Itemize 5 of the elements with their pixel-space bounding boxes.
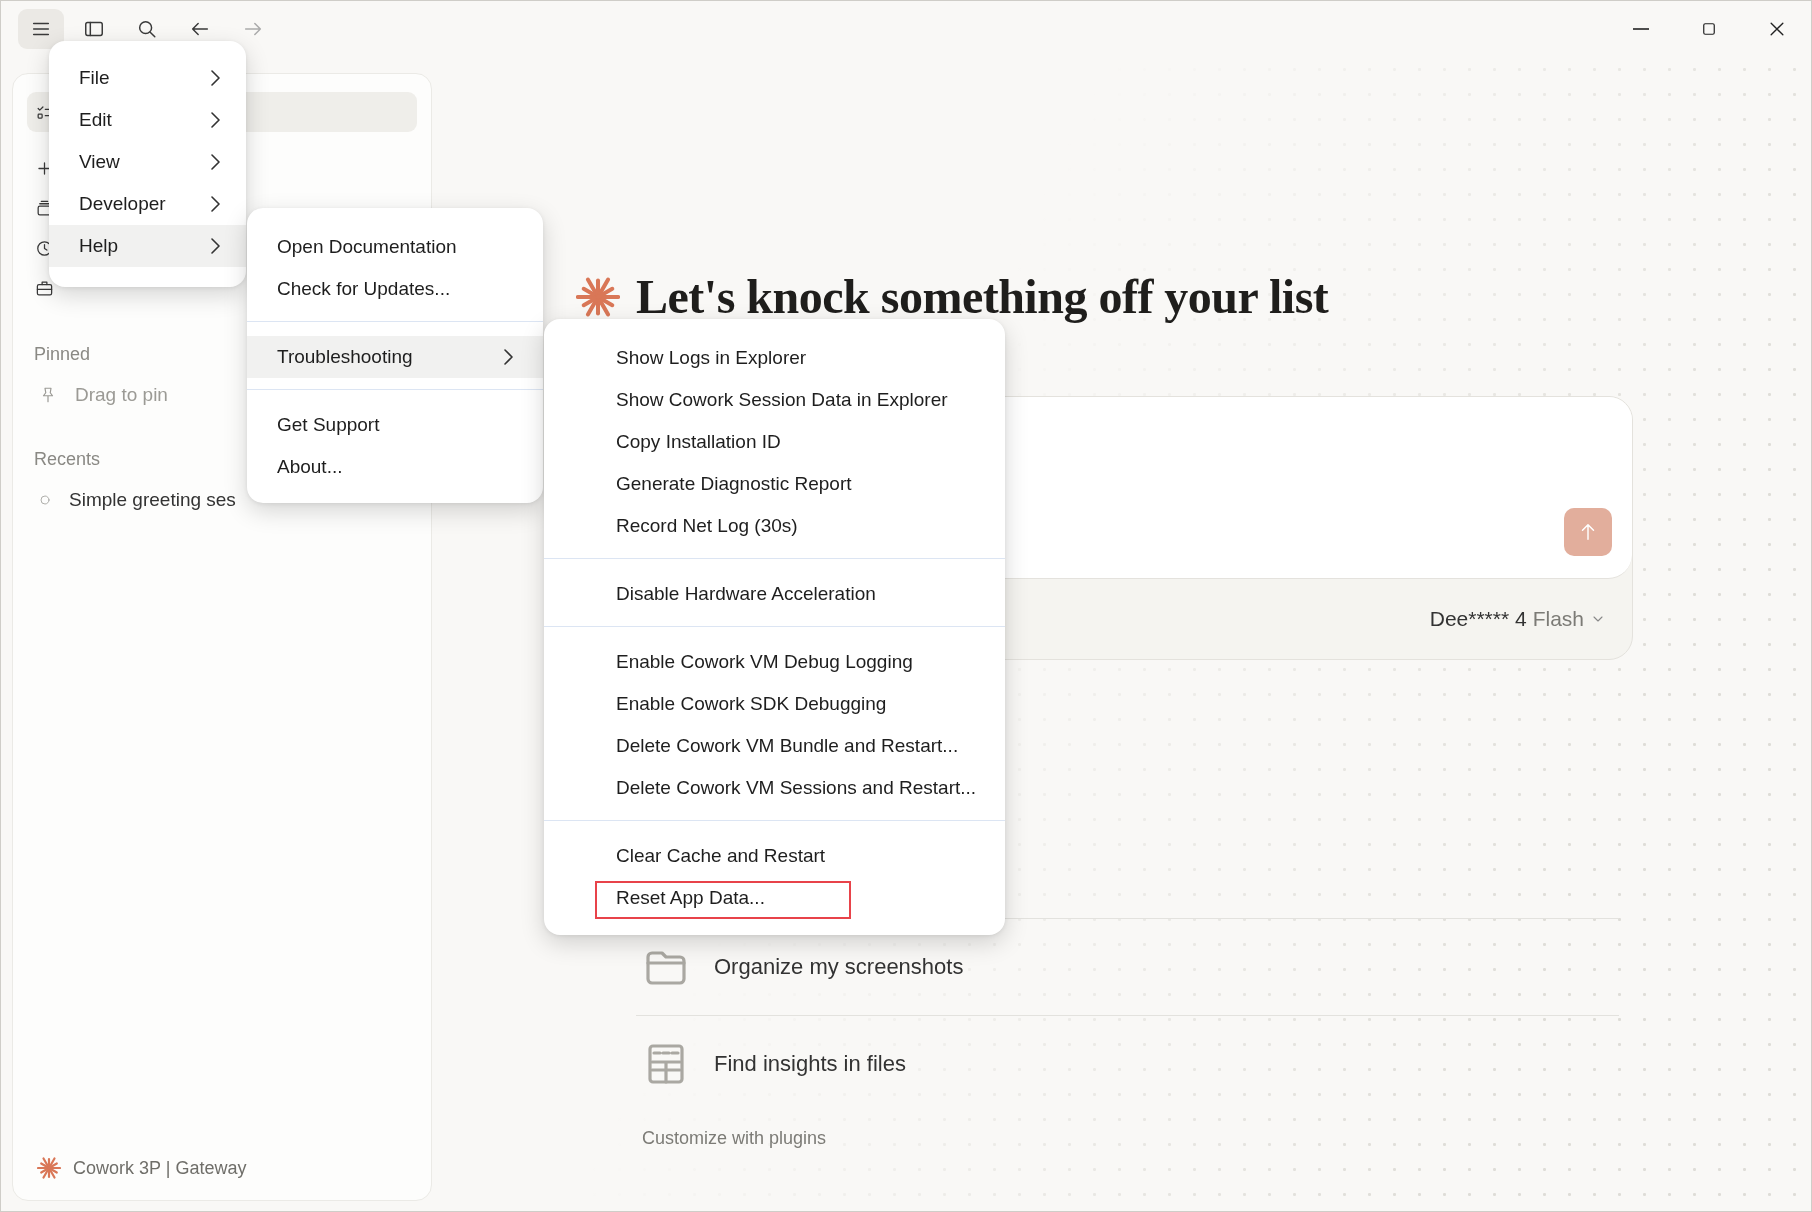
- workspace-label: Cowork 3P | Gateway: [73, 1157, 247, 1179]
- section-label: Pinned: [34, 344, 91, 365]
- page-heading: Let's knock something off your list: [636, 269, 1329, 324]
- pin-hint: Drag to pin: [75, 384, 168, 406]
- section-label: Recents: [34, 449, 101, 470]
